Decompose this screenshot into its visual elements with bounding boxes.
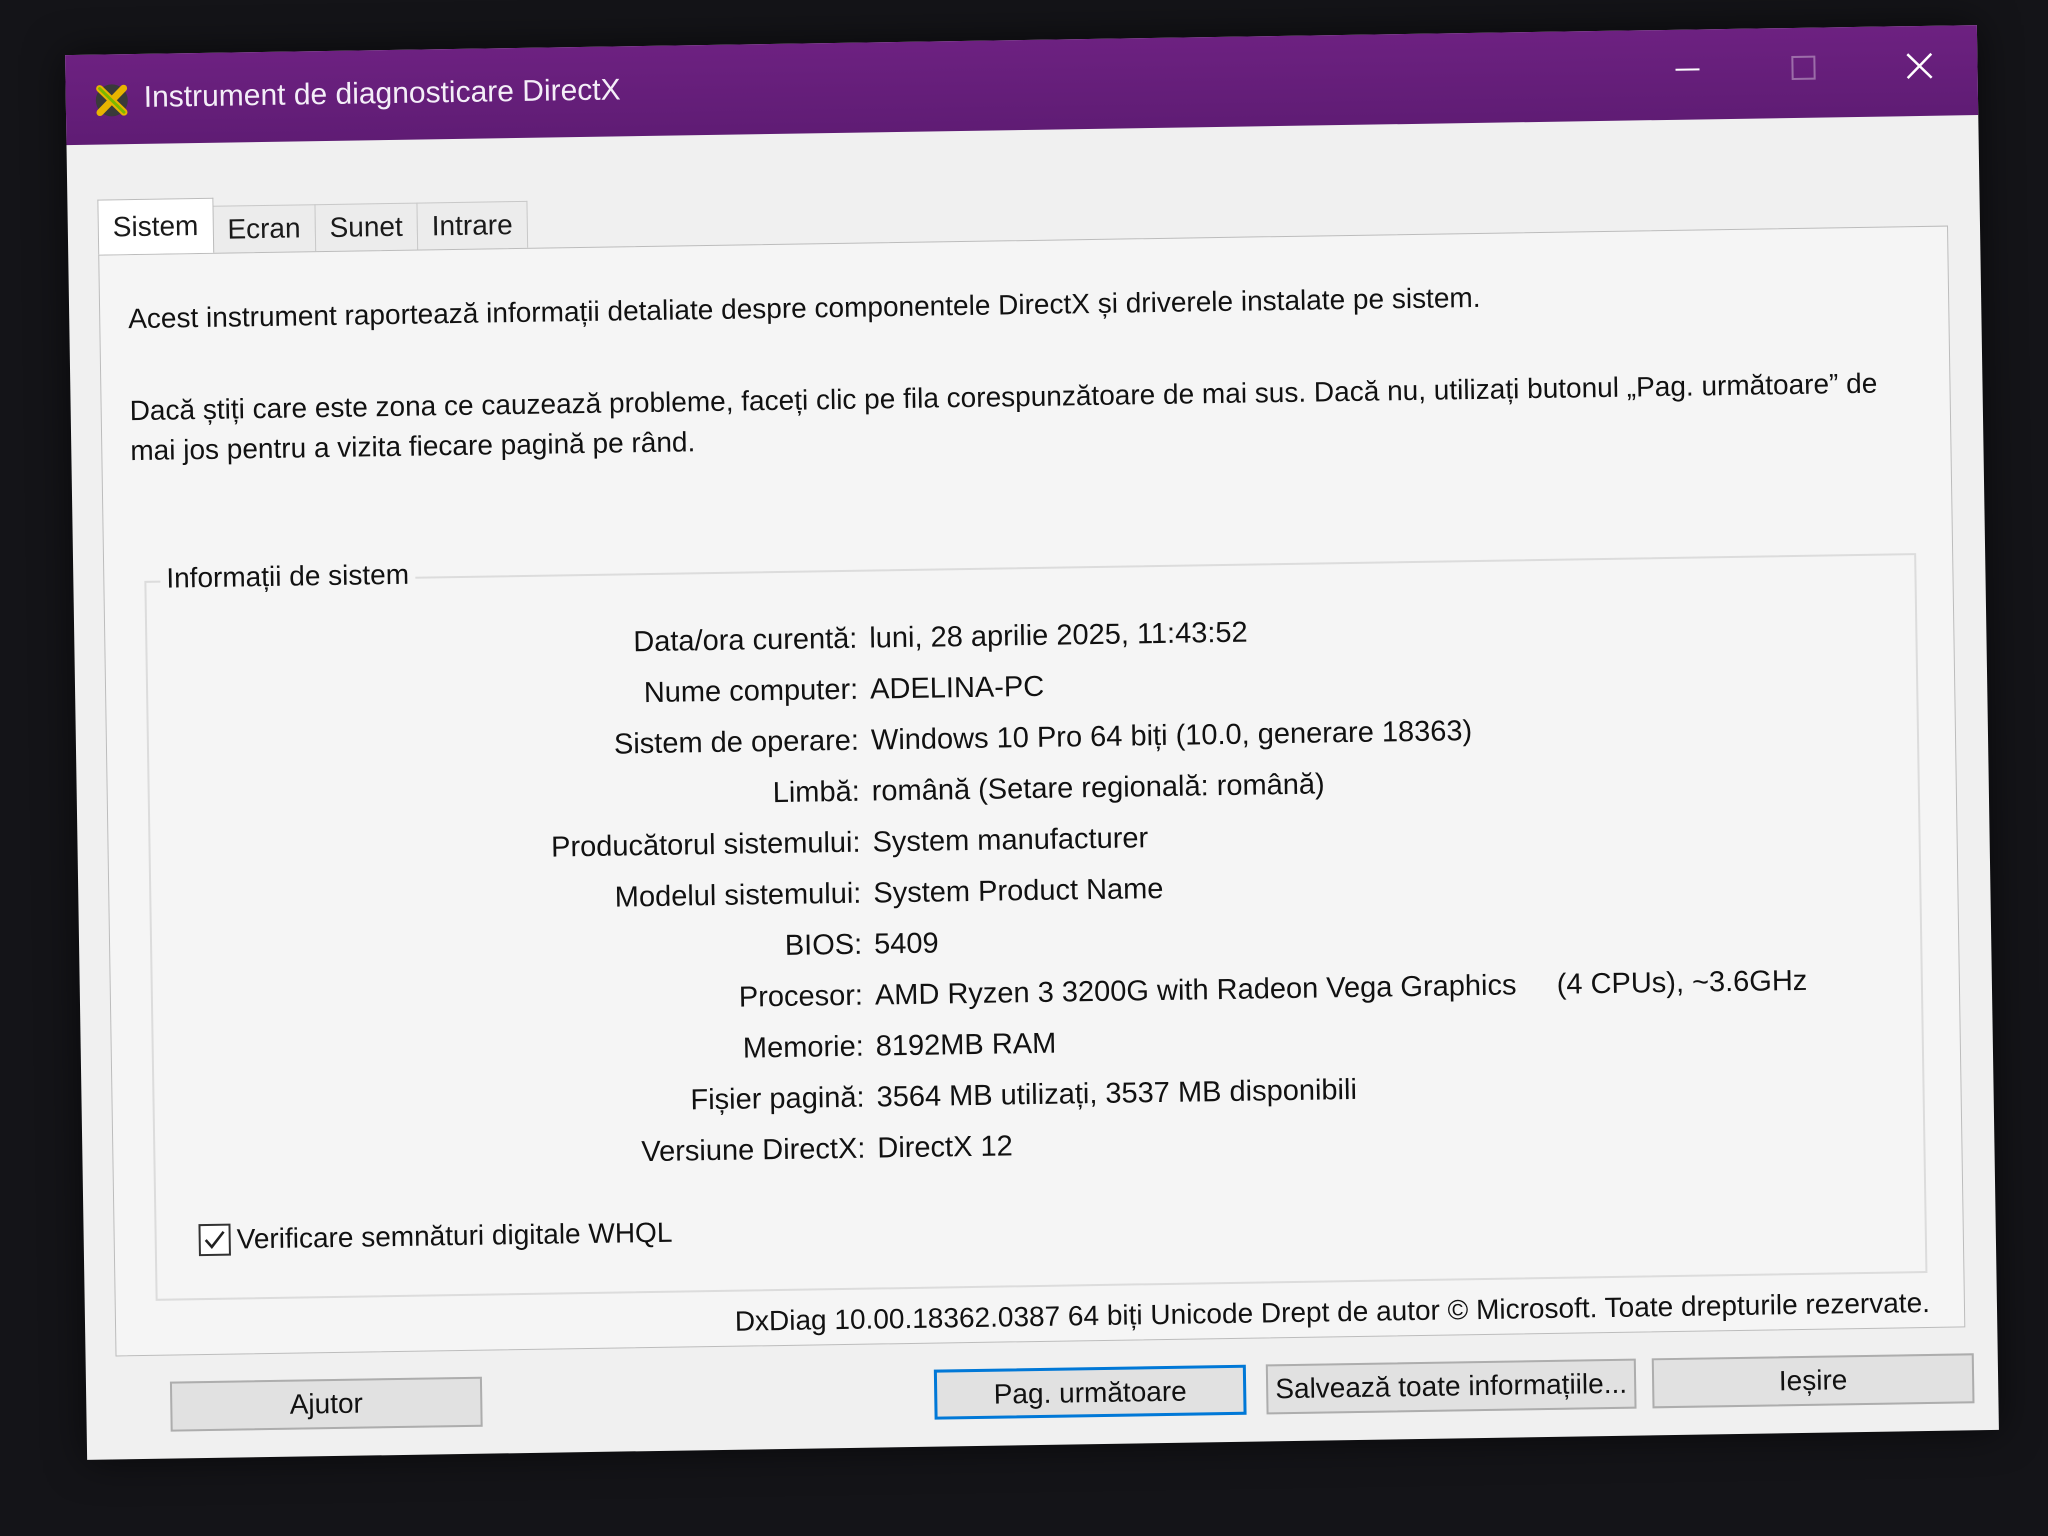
info-label: Data/ora curentă: xyxy=(633,622,858,659)
checkmark-icon xyxy=(204,1230,225,1249)
close-button[interactable] xyxy=(1861,25,1978,107)
save-all-info-button[interactable]: Salvează toate informațiile... xyxy=(1265,1358,1637,1415)
info-label: Sistem de operare: xyxy=(613,724,860,761)
info-value: 8192MB RAM xyxy=(875,1027,1057,1063)
tab-strip: Sistem Ecran Sunet Intrare xyxy=(97,196,529,255)
whql-checkbox-row[interactable]: Verificare semnături digitale WHQL xyxy=(198,1213,673,1260)
info-label: Modelul sistemului: xyxy=(614,877,862,914)
intro-instructions: Dacă știți care este zona ce cauzează pr… xyxy=(129,367,1878,467)
tab-sistem[interactable]: Sistem xyxy=(97,197,214,255)
tab-intrare[interactable]: Intrare xyxy=(416,200,529,250)
exit-button[interactable]: Ieșire xyxy=(1651,1353,1975,1409)
whql-checkbox[interactable] xyxy=(198,1223,231,1257)
info-label: Versiune DirectX: xyxy=(641,1132,866,1169)
tab-sunet[interactable]: Sunet xyxy=(314,202,419,252)
window-title: Instrument de diagnosticare DirectX xyxy=(143,73,621,114)
info-value: DirectX 12 xyxy=(877,1130,1013,1165)
info-value: 5409 xyxy=(873,927,939,961)
info-label: Fișier pagină: xyxy=(690,1081,865,1117)
directx-icon xyxy=(95,84,128,117)
system-info-group: Informații de sistem Data/ora curentă: l… xyxy=(144,553,1928,1301)
info-label: Producătorul sistemului: xyxy=(550,826,861,864)
dxdiag-window: Instrument de diagnosticare DirectX Sist… xyxy=(65,25,1999,1460)
maximize-button[interactable] xyxy=(1745,27,1862,109)
info-value: română (Setare regională: română) xyxy=(871,768,1325,808)
info-label: Procesor: xyxy=(738,979,864,1014)
close-icon xyxy=(1906,52,1933,80)
intro-text: Acest instrument raportează informații d… xyxy=(127,281,1481,335)
help-button[interactable]: Ajutor xyxy=(169,1376,483,1432)
system-info-rows: Data/ora curentă: luni, 28 aprilie 2025,… xyxy=(147,597,1924,1186)
info-value: System Product Name xyxy=(873,872,1164,910)
info-value: System manufacturer xyxy=(872,822,1149,859)
whql-checkbox-label[interactable]: Verificare semnături digitale WHQL xyxy=(236,1217,672,1256)
info-label: BIOS: xyxy=(784,928,863,962)
info-value: 3564 MB utilizați, 3537 MB disponibili xyxy=(876,1073,1358,1114)
info-value: ADELINA-PC xyxy=(869,670,1045,706)
group-title: Informații de sistem xyxy=(160,554,416,599)
system-tab-panel: Acest instrument raportează informații d… xyxy=(98,225,1966,1357)
minimize-icon xyxy=(1675,68,1700,71)
minimize-button[interactable] xyxy=(1629,29,1746,111)
info-value: luni, 28 aprilie 2025, 11:43:52 xyxy=(869,616,1248,655)
info-label: Limbă: xyxy=(772,775,861,810)
info-label: Nume computer: xyxy=(643,673,859,710)
tab-ecran[interactable]: Ecran xyxy=(212,204,316,253)
title-bar[interactable]: Instrument de diagnosticare DirectX xyxy=(65,25,1979,146)
info-label: Memorie: xyxy=(742,1030,865,1065)
copyright-text: DxDiag 10.00.18362.0387 64 biți Unicode … xyxy=(734,1286,1931,1337)
maximize-icon xyxy=(1791,55,1816,80)
next-page-button[interactable]: Pag. următoare xyxy=(933,1364,1247,1420)
info-value: Windows 10 Pro 64 biți (10.0, generare 1… xyxy=(870,715,1473,757)
